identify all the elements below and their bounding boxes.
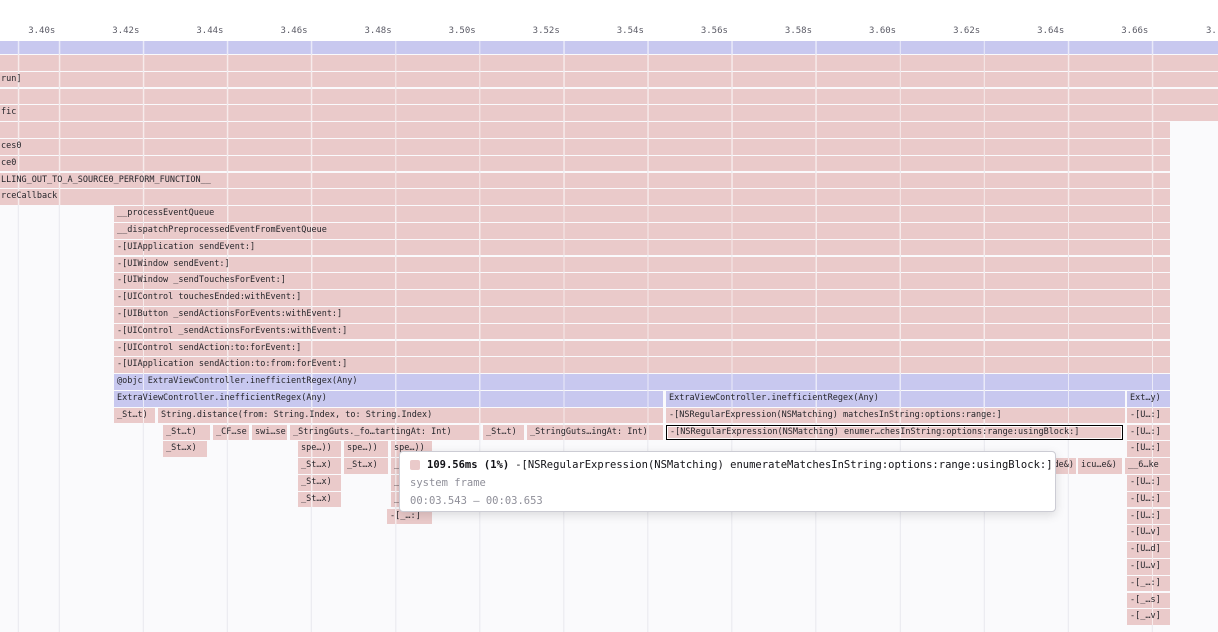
stack-frame[interactable]: ces0: [0, 139, 1170, 155]
stack-frame[interactable]: _StringGuts…ingAt: Int): [527, 425, 663, 441]
stack-frame[interactable]: _St…x): [298, 475, 341, 491]
stack-frame[interactable]: -[_…s]: [1127, 593, 1170, 609]
ruler-tick-label: 3.42s: [112, 26, 139, 36]
stack-frame[interactable]: -[UIWindow _sendTouchesForEvent:]: [114, 273, 1170, 289]
stack-frame[interactable]: -[U…d]: [1127, 542, 1170, 558]
stack-frame[interactable]: _St…x): [298, 458, 341, 474]
stack-frame[interactable]: _St…t): [163, 425, 210, 441]
stack-frame[interactable]: LLING_OUT_TO_A_SOURCE0_PERFORM_FUNCTION_…: [0, 173, 1170, 189]
stack-frame[interactable]: _CF…se: [213, 425, 249, 441]
stack-frame[interactable]: _St…x): [298, 492, 341, 508]
ruler-tick-label: 3.62s: [953, 26, 980, 36]
ruler-tick-label: 3.44s: [196, 26, 223, 36]
ruler-tick-label: 3.46s: [280, 26, 307, 36]
stack-frame[interactable]: run]: [0, 72, 1218, 88]
stack-frame[interactable]: fic: [0, 105, 1218, 121]
stack-frame[interactable]: [0, 41, 1218, 54]
stack-chart-canvas[interactable]: run] fic ces0ce0LLING_OUT_TO_A_SOURCE0_PER…: [0, 41, 1218, 632]
stack-frame[interactable]: -[UIControl sendAction:to:forEvent:]: [114, 341, 1170, 357]
ruler-tick-label: 3.40s: [28, 26, 55, 36]
stack-frame[interactable]: __dispatchPreprocessedEventFromEventQueu…: [114, 223, 1170, 239]
stack-frame[interactable]: [0, 89, 1218, 105]
stack-frame[interactable]: -[U…v]: [1127, 559, 1170, 575]
tooltip-title-line: 109.56ms (1%) -[NSRegularExpression(NSMa…: [410, 459, 1045, 471]
ruler-tick-label: 3.64s: [1037, 26, 1064, 36]
stack-frame[interactable]: -[U…:]: [1127, 425, 1170, 441]
stack-frame[interactable]: [0, 55, 1218, 71]
stack-frame[interactable]: __6…ke: [1125, 458, 1170, 474]
stack-frame[interactable]: _St…x): [163, 441, 207, 457]
stack-frame[interactable]: -[UIApplication sendAction:to:from:forEv…: [114, 357, 1170, 373]
profiler-stack-chart-view: { "colors": { "frame_system": "#eacaca",…: [0, 0, 1218, 632]
stack-frame[interactable]: spe…)): [298, 441, 341, 457]
tooltip-function-name: -[NSRegularExpression(NSMatching) enumer…: [515, 459, 1052, 471]
tooltip-duration: 109.56ms (1%): [427, 459, 509, 471]
stack-frame[interactable]: Ext…y): [1127, 391, 1170, 407]
stack-frame[interactable]: -[UIControl touchesEnded:withEvent:]: [114, 290, 1170, 306]
tooltip-category: system frame: [410, 477, 1045, 489]
stack-frame[interactable]: String.distance(from: String.Index, to: …: [158, 408, 663, 424]
stack-frame[interactable]: -[NSRegularExpression(NSMatching) matche…: [666, 408, 1125, 424]
stack-frame[interactable]: ExtraViewController.inefficientRegex(Any…: [666, 391, 1125, 407]
tooltip-time-range: 00:03.543 – 00:03.653: [410, 495, 1045, 507]
stack-frame[interactable]: __processEventQueue: [114, 206, 1170, 222]
ruler-tick-label: 3.60s: [869, 26, 896, 36]
frame-tooltip: 109.56ms (1%) -[NSRegularExpression(NSMa…: [399, 451, 1056, 512]
stack-frame[interactable]: -[_…:]: [1127, 576, 1170, 592]
timeline-ruler[interactable]: 3.40s 3.42s 3.44s 3.46s 3.48s 3.50s 3.52s 3.54s…: [0, 0, 1218, 41]
stack-frame[interactable]: ExtraViewController.inefficientRegex(Any…: [114, 391, 663, 407]
ruler-tick-label: 3.50s: [449, 26, 476, 36]
stack-frame[interactable]: -[U…:]: [1127, 441, 1170, 457]
stack-frame[interactable]: -[U…:]: [1127, 492, 1170, 508]
ruler-tick-label: 3.54s: [617, 26, 644, 36]
stack-frame[interactable]: -[U…:]: [1127, 408, 1170, 424]
stack-frame[interactable]: -[UIApplication sendEvent:]: [114, 240, 1170, 256]
stack-frame[interactable]: _St…t): [114, 408, 155, 424]
stack-frame[interactable]: icu…e&): [1078, 458, 1122, 474]
stack-frame[interactable]: @objc ExtraViewController.inefficientReg…: [114, 374, 1170, 390]
stack-frame[interactable]: rceCallback: [0, 189, 1170, 205]
ruler-tick-label-partial: 3.: [1206, 26, 1217, 36]
stack-frame[interactable]: swi…se: [252, 425, 287, 441]
stack-frame[interactable]: -[U…v]: [1127, 525, 1170, 541]
ruler-tick-label: 3.56s: [701, 26, 728, 36]
stack-frame[interactable]: -[UIButton _sendActionsForEvents:withEve…: [114, 307, 1170, 323]
ruler-tick-label: 3.66s: [1121, 26, 1148, 36]
stack-frame[interactable]: -[U…:]: [1127, 475, 1170, 491]
stack-frame[interactable]: ce0: [0, 156, 1170, 172]
ruler-tick-label: 3.48s: [365, 26, 392, 36]
stack-frame[interactable]: -[UIControl _sendActionsForEvents:withEv…: [114, 324, 1170, 340]
stack-frame[interactable]: _St…x): [344, 458, 388, 474]
stack-frame[interactable]: -[U…:]: [1127, 509, 1170, 525]
stack-frame[interactable]: _StringGuts._fo…tartingAt: Int): [290, 425, 480, 441]
stack-frame[interactable]: spe…)): [344, 441, 388, 457]
stack-frame[interactable]: -[UIWindow sendEvent:]: [114, 257, 1170, 273]
stack-frame[interactable]: [0, 122, 1170, 138]
ruler-tick-label: 3.58s: [785, 26, 812, 36]
ruler-tick-label: 3.52s: [533, 26, 560, 36]
stack-frame-selected[interactable]: -[NSRegularExpression(NSMatching) enumer…: [666, 425, 1123, 441]
stack-frame[interactable]: -[_…v]: [1127, 609, 1170, 625]
stack-frame[interactable]: _St…t): [483, 425, 524, 441]
category-color-swatch: [410, 460, 420, 470]
